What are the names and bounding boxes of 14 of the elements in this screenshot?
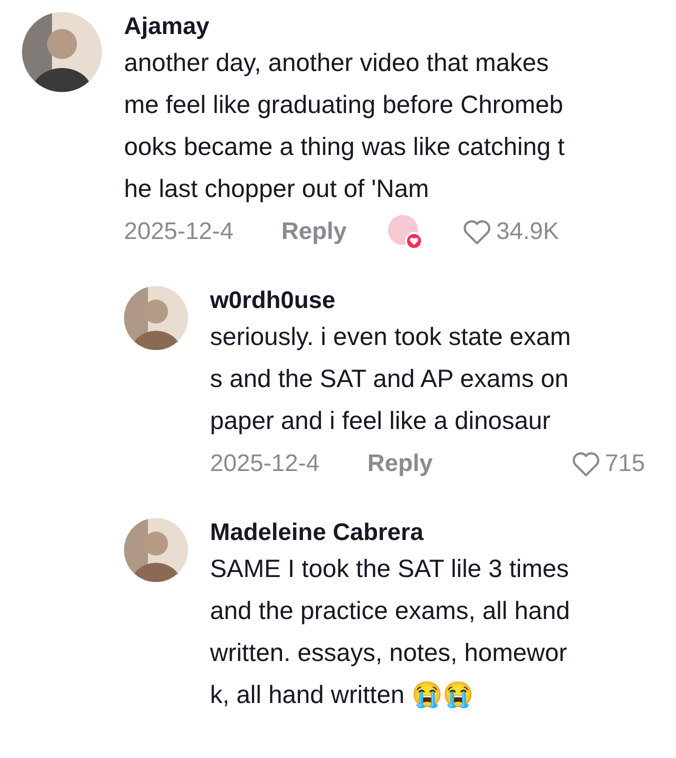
like-button[interactable]: 34.9K (462, 214, 559, 250)
comment-date: 2025-12-4 (210, 449, 320, 479)
author-name[interactable]: w0rdh0use (210, 286, 645, 316)
heart-icon (570, 450, 601, 478)
reply-button[interactable]: Reply (281, 214, 347, 250)
reply-button[interactable]: Reply (367, 446, 433, 482)
comment-text: another day, another video that makes me feel like graduating before Chromeb ooks became a thing was like catching t he last chopper out of 'Nam (124, 48, 565, 205)
comment-text: seriously. i even took state exam s and the SAT and AP exams on paper and i feel like a dinosaur (210, 322, 572, 437)
like-button[interactable]: 715 (570, 446, 645, 482)
author-name[interactable]: Ajamay (124, 12, 565, 42)
comment-date: 2025-12-4 (124, 217, 234, 247)
author-name[interactable]: Madeleine Cabrera (210, 518, 570, 548)
comment-text: SAME I took the SAT lile 3 times and the practice exams, all hand written. essays, notes, homewor k, all hand written 😭😭 (210, 554, 570, 711)
heart-icon (462, 218, 492, 246)
